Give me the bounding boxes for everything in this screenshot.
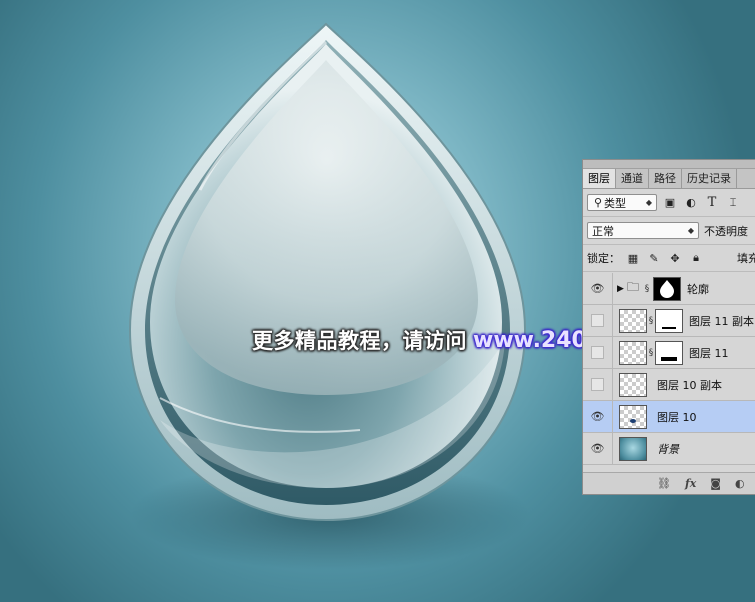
fill-label: 填充 [737, 252, 755, 265]
visibility-toggle[interactable] [583, 337, 613, 368]
lock-label: 锁定： [587, 252, 620, 265]
layer-mask-thumbnail[interactable] [655, 340, 683, 365]
layer-row[interactable]: 👁︎ 图层 10 [583, 401, 755, 433]
layer-name: 图层 10 [657, 410, 697, 424]
layer-mask-thumbnail[interactable] [653, 276, 682, 301]
layer-thumbnail[interactable] [619, 436, 647, 461]
filter-kind-label: 类型 [604, 196, 626, 210]
layer-thumbnail[interactable] [619, 372, 647, 397]
visibility-toggle[interactable]: 👁︎ [583, 273, 613, 304]
tab-channels[interactable]: 通道 [616, 169, 649, 188]
tab-layers[interactable]: 图层 [583, 169, 616, 188]
filter-kind-select[interactable]: ⚲ 类型 ◆ [587, 194, 657, 211]
adjustment-filter-icon[interactable]: ◐ [683, 195, 699, 211]
layer-thumbnail[interactable] [619, 308, 647, 333]
layer-mask-thumbnail[interactable] [655, 308, 683, 333]
filter-row: ⚲ 类型 ◆ ▣ ◐ T ⌶ [583, 189, 755, 217]
expand-arrow-icon[interactable]: ▶ [617, 284, 627, 294]
layer-name: 图层 11 [689, 346, 729, 360]
layer-name: 图层 10 副本 [657, 378, 722, 392]
layers-panel: 图层 通道 路径 历史记录 ⚲ 类型 ◆ ▣ ◐ T ⌶ 正常 ◆ 不透明度 锁… [582, 159, 755, 495]
watermark-text: 更多精品教程，请访问 [252, 329, 467, 353]
opacity-label: 不透明度 [704, 224, 748, 238]
new-adjustment-icon[interactable]: ◐ [735, 477, 745, 490]
layer-name: 轮廓 [687, 282, 710, 296]
tab-history[interactable]: 历史记录 [682, 169, 737, 188]
link-icon: § [644, 283, 650, 294]
panel-tabs: 图层 通道 路径 历史记录 [583, 169, 755, 189]
lock-all-icon[interactable]: 🔒︎ [688, 250, 704, 266]
lock-brush-icon[interactable]: ✎ [646, 250, 662, 266]
visibility-toggle[interactable] [583, 369, 613, 400]
image-filter-icon[interactable]: ▣ [662, 195, 678, 211]
layer-thumbnail[interactable] [619, 340, 647, 365]
layer-name: 图层 11 副本 [689, 314, 754, 328]
visibility-toggle[interactable] [583, 305, 613, 336]
lock-row: 锁定： ▦ ✎ ✥ 🔒︎ 填充 [583, 245, 755, 272]
chevron-updown-icon: ◆ [645, 198, 652, 207]
type-filter-icon[interactable]: T [704, 195, 720, 211]
tab-paths[interactable]: 路径 [649, 169, 682, 188]
eye-icon: 👁︎ [590, 410, 605, 423]
eye-icon: 👁︎ [590, 282, 605, 295]
lock-transparent-icon[interactable]: ▦ [625, 250, 641, 266]
layer-name: 背景 [657, 442, 679, 456]
link-icon: § [648, 315, 654, 326]
link-icon: § [648, 347, 654, 358]
fx-button[interactable]: fx [685, 477, 696, 490]
panel-title-bar[interactable] [583, 160, 755, 169]
add-mask-icon[interactable]: ◙ [710, 477, 721, 490]
layer-row[interactable]: 图层 10 副本 [583, 369, 755, 401]
visibility-toggle[interactable]: 👁︎ [583, 401, 613, 432]
lock-position-icon[interactable]: ✥ [667, 250, 683, 266]
eye-icon: 👁︎ [590, 442, 605, 455]
layer-row[interactable]: 👁︎ 背景 [583, 433, 755, 465]
search-icon: ⚲ [593, 196, 603, 209]
layer-list: 👁︎ ▶ 🗀︎ § 轮廓 § 图层 11 副本 § 图层 11 图层 10 副本… [583, 273, 755, 465]
folder-icon: 🗀︎ [627, 280, 640, 294]
blend-mode-select[interactable]: 正常 ◆ [587, 222, 699, 239]
shape-filter-icon[interactable]: ⌶ [725, 195, 741, 211]
layer-row[interactable]: 👁︎ ▶ 🗀︎ § 轮廓 [583, 273, 755, 305]
panel-footer: ⛓ fx ◙ ◐ [583, 472, 755, 494]
chevron-updown-icon: ◆ [687, 226, 694, 235]
link-layers-icon[interactable]: ⛓ [657, 477, 671, 490]
layer-row[interactable]: § 图层 11 [583, 337, 755, 369]
layer-thumbnail[interactable] [619, 404, 647, 429]
blend-row: 正常 ◆ 不透明度 [583, 217, 755, 245]
visibility-toggle[interactable]: 👁︎ [583, 433, 613, 464]
blend-mode-value: 正常 [592, 224, 614, 238]
layer-row[interactable]: § 图层 11 副本 [583, 305, 755, 337]
